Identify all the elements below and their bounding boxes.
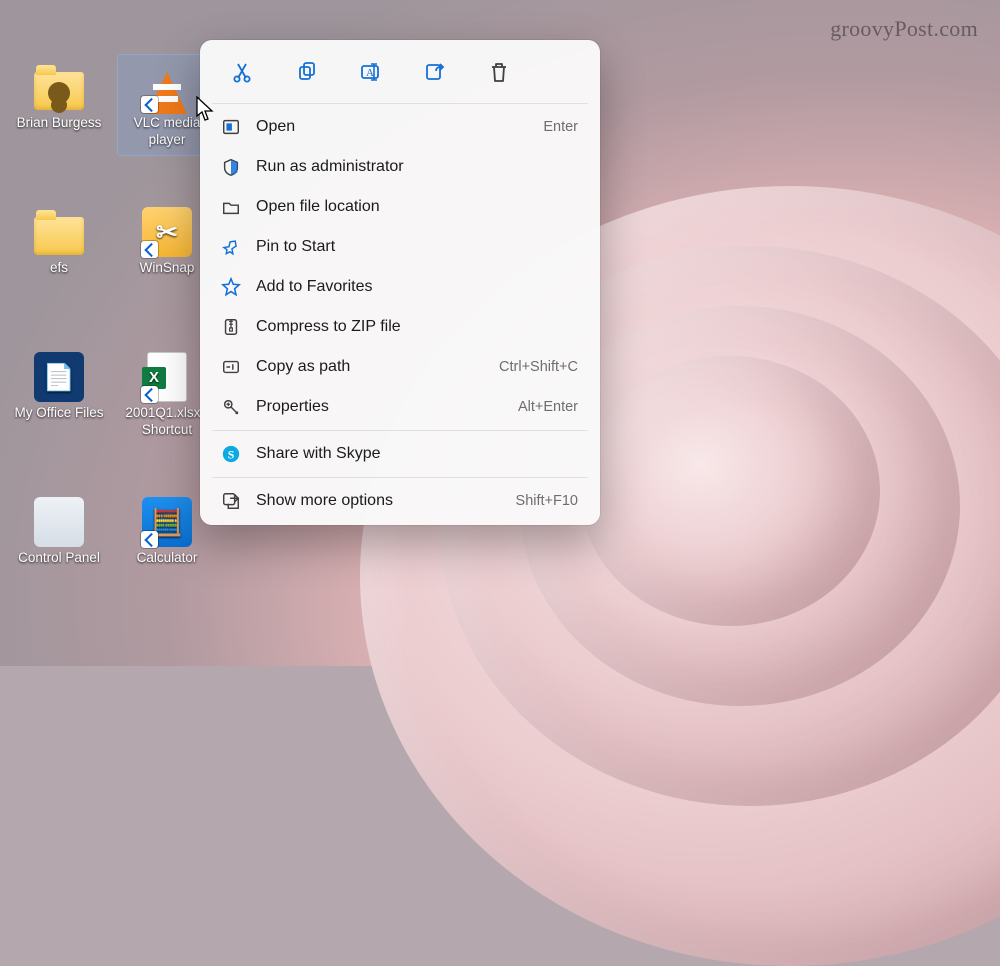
shortcut-overlay-icon xyxy=(141,96,158,113)
shortcut-overlay-icon xyxy=(141,531,158,548)
ctx-toolbar-cut-button[interactable] xyxy=(214,52,272,92)
ctx-item-compress-to-zip-file[interactable]: Compress to ZIP file xyxy=(206,307,594,347)
shortcut-overlay-icon xyxy=(141,386,158,403)
ctx-item-run-as-administrator[interactable]: Run as administrator xyxy=(206,147,594,187)
ctx-item-label: Properties xyxy=(256,398,504,416)
ctx-toolbar-rename-button[interactable] xyxy=(342,52,400,92)
ctx-item-copy-as-path[interactable]: Copy as path Ctrl+Shift+C xyxy=(206,347,594,387)
context-menu-toolbar xyxy=(206,48,594,100)
ctx-item-properties[interactable]: Properties Alt+Enter xyxy=(206,387,594,427)
desktop-icon-myoffice[interactable]: 📄My Office Files xyxy=(10,345,108,428)
ctx-item-open[interactable]: Open Enter xyxy=(206,107,594,147)
share-icon xyxy=(424,61,446,83)
watermark-text: groovyPost.com xyxy=(830,16,978,42)
desktop-icon-label: Brian Burgess xyxy=(10,115,108,138)
ctx-item-label: Copy as path xyxy=(256,358,485,376)
ctx-item-label: Open xyxy=(256,118,529,136)
separator xyxy=(212,103,588,104)
ctx-item-open-file-location[interactable]: Open file location xyxy=(206,187,594,227)
delete-icon xyxy=(488,61,510,83)
desktop-icon-label: My Office Files xyxy=(10,405,108,428)
copy-path-icon xyxy=(220,356,242,378)
ctx-item-label: Add to Favorites xyxy=(256,278,578,296)
open-icon xyxy=(220,116,242,138)
ctx-toolbar-share-button[interactable] xyxy=(406,52,464,92)
desktop-icon-efs[interactable]: efs xyxy=(10,200,108,283)
separator xyxy=(212,477,588,478)
ctx-item-label: Show more options xyxy=(256,492,502,510)
ctx-item-show-more-options[interactable]: Show more options Shift+F10 xyxy=(206,481,594,521)
copy-icon xyxy=(296,61,318,83)
ctx-item-shortcut: Shift+F10 xyxy=(516,493,578,509)
ctx-item-label: Pin to Start xyxy=(256,238,578,256)
ctx-item-shortcut: Enter xyxy=(543,119,578,135)
desktop-icon-label: Control Panel xyxy=(10,550,108,573)
mouse-cursor xyxy=(196,96,214,122)
folder-open-icon xyxy=(220,196,242,218)
context-menu: Open Enter Run as administrator Open file l… xyxy=(200,40,600,525)
star-icon xyxy=(220,276,242,298)
ctx-item-label: Share with Skype xyxy=(256,445,578,463)
ctx-item-label: Run as administrator xyxy=(256,158,578,176)
ctx-item-share-with-skype[interactable]: Share with Skype xyxy=(206,434,594,474)
shortcut-overlay-icon xyxy=(141,241,158,258)
properties-icon xyxy=(220,396,242,418)
pin-icon xyxy=(220,236,242,258)
ctx-item-label: Open file location xyxy=(256,198,578,216)
ctx-item-shortcut: Alt+Enter xyxy=(518,399,578,415)
separator xyxy=(212,430,588,431)
more-options-icon xyxy=(220,490,242,512)
ctx-toolbar-delete-button[interactable] xyxy=(470,52,528,92)
ctx-item-add-to-favorites[interactable]: Add to Favorites xyxy=(206,267,594,307)
skype-icon xyxy=(220,443,242,465)
desktop-icon-user-folder[interactable]: Brian Burgess xyxy=(10,55,108,138)
ctx-item-label: Compress to ZIP file xyxy=(256,318,578,336)
ctx-item-shortcut: Ctrl+Shift+C xyxy=(499,359,578,375)
ctx-toolbar-copy-button[interactable] xyxy=(278,52,336,92)
desktop-icon-cpanel[interactable]: Control Panel xyxy=(10,490,108,573)
zip-icon xyxy=(220,316,242,338)
desktop-icon-label: efs xyxy=(10,260,108,283)
admin-shield-icon xyxy=(220,156,242,178)
desktop-icon-label: Calculator xyxy=(118,550,216,573)
rename-icon xyxy=(360,61,382,83)
ctx-item-pin-to-start[interactable]: Pin to Start xyxy=(206,227,594,267)
cut-icon xyxy=(232,61,254,83)
